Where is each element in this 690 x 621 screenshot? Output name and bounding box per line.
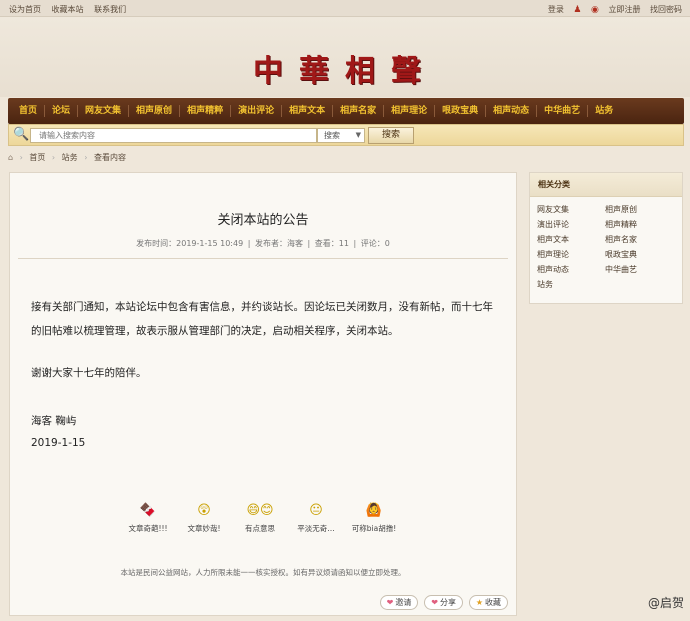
top-links-left: 设为首页 收藏本站 联系我们 [9, 4, 134, 15]
related-categories-panel: 相关分类 网友文集 相声原创 演出评论 相声精粹 相声文本 相声名家 相声理论 … [529, 172, 683, 304]
site-header: 中華相聲 [0, 17, 690, 97]
main-nav: 首页 论坛 网友文集 相声原创 相声精粹 演出评论 相声文本 相声名家 相声理论… [8, 98, 684, 124]
share-button[interactable]: ❤ 分享 [424, 595, 463, 610]
nav-item-scripts[interactable]: 相声文本 [282, 105, 334, 117]
article-body: 接有关部门通知，本站论坛中包含有害信息，并约谈站长。因论坛已关闭数月，没有新帖，… [31, 295, 501, 343]
meta-separator: | [353, 239, 357, 248]
category-link[interactable]: 网友文集 [537, 204, 569, 215]
favorite-button[interactable]: ★ 收藏 [468, 595, 508, 610]
breadcrumb-separator: › [51, 153, 56, 162]
nav-item-theory[interactable]: 相声理论 [384, 105, 436, 117]
view-count: 查看：11 [314, 239, 349, 248]
nav-item-original[interactable]: 相声原创 [129, 105, 181, 117]
weibo-watermark: @启贺 [647, 596, 684, 610]
nav-item-site-affairs[interactable]: 站务 [588, 105, 620, 117]
nav-item-home[interactable]: 首页 [12, 105, 46, 117]
top-bar: 设为首页 收藏本站 联系我们 登录 ♟ ◉ 立即注册 找回密码 [0, 0, 690, 17]
reaction-item[interactable]: 😄😊 有点意思 [232, 499, 288, 534]
reaction-icon-bia: 🙆 [365, 503, 383, 518]
category-link[interactable]: 相声理论 [537, 249, 569, 260]
contact-link[interactable]: 联系我们 [94, 5, 126, 14]
breadcrumb-separator: › [19, 153, 23, 162]
breadcrumb-separator: › [84, 153, 88, 162]
chevron-down-icon: ▼ [355, 131, 361, 139]
user-icon[interactable]: ♟ [573, 5, 581, 15]
nav-item-quyi[interactable]: 中华曲艺 [537, 105, 589, 117]
search-type-select[interactable]: 搜索 ▼ [317, 128, 365, 143]
title-divider [18, 258, 508, 259]
reaction-icon-interesting: 😄😊 [246, 503, 274, 518]
category-link[interactable]: 相声原创 [605, 204, 637, 215]
article-title: 关闭本站的公告 [217, 213, 309, 228]
article-paragraph: 接有关部门通知，本站论坛中包含有害信息，并约谈站长。因论坛已关闭数月，没有新帖，… [31, 301, 493, 337]
nav-item-masters[interactable]: 相声名家 [333, 105, 385, 117]
heart-icon: ❤ [431, 598, 438, 607]
breadcrumb-site-affairs[interactable]: 站务 [62, 153, 78, 162]
reaction-item[interactable]: 😐 平淡无奇… [288, 499, 344, 534]
nav-item-treasury[interactable]: 哏政宝典 [435, 105, 487, 117]
article-meta: 发布时间：2019-1-15 10:49 | 发布者：海客 | 查看：11 | … [10, 238, 516, 249]
sidebar-title: 相关分类 [530, 173, 682, 197]
breadcrumb-current: 查看内容 [93, 153, 126, 162]
invite-button[interactable]: ❤ 邀请 [379, 595, 419, 610]
login-link[interactable]: 登录 [548, 5, 564, 14]
register-link[interactable]: 立即注册 [608, 5, 640, 14]
top-links-right: 登录 ♟ ◉ 立即注册 找回密码 [541, 4, 682, 15]
publish-time: 发布时间：2019-1-15 10:49 [136, 239, 244, 248]
reaction-label: 有点意思 [245, 524, 275, 533]
article-date: 2019-1-15 [31, 437, 86, 449]
search-icon: 🔍 [13, 127, 30, 142]
reaction-item[interactable]: 🍫 文章奇葩!!! [120, 499, 176, 534]
copyright-notice: 本站是民间公益网站，人力所限未能一一核实授权。如有异议烦请函知以便立即处理。 [120, 568, 406, 577]
breadcrumb: ⌂ › 首页 › 站务 › 查看内容 [8, 152, 130, 163]
category-link[interactable]: 中华曲艺 [605, 264, 637, 275]
article-paragraph: 谢谢大家十七年的陪伴。 [31, 367, 147, 379]
category-link[interactable]: 哏政宝典 [605, 249, 637, 260]
reaction-label: 可称bia胡撸! [351, 524, 397, 533]
search-type-value: 搜索 [324, 131, 340, 140]
favorite-label: 收藏 [485, 598, 501, 607]
nav-item-news[interactable]: 相声动态 [486, 105, 538, 117]
reaction-bar: 🍫 文章奇葩!!! 😲 文章妙哉! 😄😊 有点意思 😐 平淡无奇… 🙆 可称bi… [120, 499, 420, 549]
comment-count: 评论：0 [360, 239, 390, 248]
weibo-icon[interactable]: ◉ [591, 5, 599, 15]
reaction-item[interactable]: 🙆 可称bia胡撸! [346, 499, 402, 534]
reaction-icon-wonderful: 😲 [197, 503, 211, 518]
nav-item-user-essays[interactable]: 网友文集 [78, 105, 130, 117]
nav-item-classics[interactable]: 相声精粹 [180, 105, 232, 117]
category-link[interactable]: 相声文本 [537, 234, 569, 245]
meta-separator: | [247, 239, 251, 248]
reaction-label: 文章奇葩!!! [128, 524, 168, 533]
set-homepage-link[interactable]: 设为首页 [9, 5, 41, 14]
forgot-password-link[interactable]: 找回密码 [650, 5, 682, 14]
reaction-icon-bizarre: 🍫 [139, 503, 157, 518]
search-bar: 🔍 搜索 ▼ 搜索 [8, 124, 684, 146]
share-label: 分享 [439, 598, 456, 607]
category-link[interactable]: 站务 [537, 279, 553, 290]
category-link[interactable]: 演出评论 [537, 219, 569, 230]
category-link[interactable]: 相声动态 [537, 264, 569, 275]
nav-item-forum[interactable]: 论坛 [45, 105, 79, 117]
meta-separator: | [307, 239, 311, 248]
category-link[interactable]: 相声名家 [605, 234, 637, 245]
site-logo[interactable]: 中華相聲 [0, 46, 690, 90]
reaction-label: 平淡无奇… [297, 524, 335, 533]
reaction-label: 文章妙哉! [187, 524, 221, 533]
article-panel: 关闭本站的公告 发布时间：2019-1-15 10:49 | 发布者：海客 | … [9, 172, 517, 616]
breadcrumb-home[interactable]: 首页 [29, 153, 45, 162]
reaction-item[interactable]: 😲 文章妙哉! [176, 499, 232, 534]
star-icon: ★ [475, 598, 483, 607]
article-actions: ❤ 邀请 ❤ 分享 ★ 收藏 [377, 595, 508, 610]
reaction-icon-plain: 😐 [309, 503, 323, 518]
category-link[interactable]: 相声精粹 [605, 219, 637, 230]
heart-icon: ❤ [386, 598, 394, 607]
article-signature: 海客 鞠屿 [31, 415, 77, 427]
nav-item-reviews[interactable]: 演出评论 [231, 105, 283, 117]
author-link[interactable]: 发布者：海客 [255, 239, 303, 248]
home-icon[interactable]: ⌂ [8, 153, 13, 162]
search-button[interactable]: 搜索 [368, 127, 414, 144]
invite-label: 邀请 [395, 598, 412, 607]
bookmark-link[interactable]: 收藏本站 [52, 5, 84, 14]
search-input[interactable] [30, 128, 317, 143]
